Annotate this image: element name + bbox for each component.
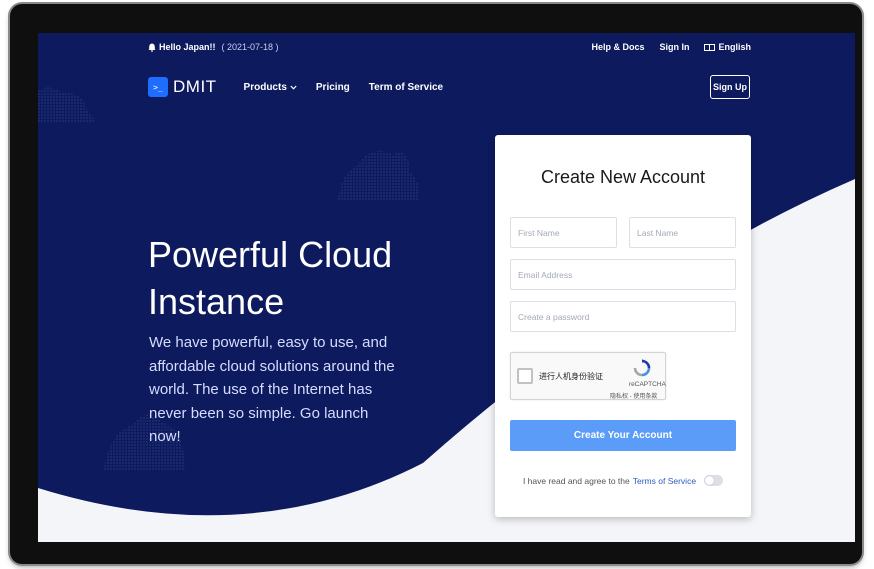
hero-title-line-1: Powerful Cloud <box>148 234 393 275</box>
language-selector[interactable]: English <box>704 42 751 52</box>
nav-menu: Products Pricing Term of Service <box>244 82 444 93</box>
recaptcha-label: 进行人机身份验证 <box>539 372 603 381</box>
top-links: Help & Docs Sign In English <box>591 42 751 52</box>
nav-item-products-label: Products <box>243 81 287 93</box>
last-name-field[interactable]: Last Name <box>629 217 736 248</box>
logo-icon[interactable]: >_ <box>148 77 168 97</box>
help-docs-link[interactable]: Help & Docs <box>591 42 644 52</box>
language-label: English <box>718 42 751 52</box>
signup-form-card: Create New Account First Name Last Name … <box>495 135 751 517</box>
password-field[interactable]: Create a password <box>510 301 736 332</box>
hero-description: We have powerful, easy to use, and affor… <box>149 334 395 445</box>
recaptcha-checkbox[interactable] <box>517 368 533 384</box>
nav-item-products[interactable]: Products <box>244 82 297 93</box>
chevron-down-icon <box>290 85 297 90</box>
agree-text: I have read and agree to the <box>522 475 630 486</box>
email-field[interactable]: Email Address <box>510 259 736 290</box>
recaptcha-widget: 进行人机身份验证 reCAPTCHA 隐私权 - 使用条款 <box>510 352 666 400</box>
agree-toggle[interactable] <box>704 475 724 486</box>
announcement-date: ( 2021-07-18 ) <box>221 42 279 52</box>
recaptcha-brand: reCAPTCHA <box>629 381 666 388</box>
form-title: Create New Account <box>540 167 706 187</box>
bell-icon <box>148 43 156 52</box>
terms-agreement: I have read and agree to the Terms of Se… <box>495 475 751 486</box>
hero-title: Powerful Cloud Instance <box>148 231 408 325</box>
hero-title-line-2: Instance <box>148 281 285 322</box>
recaptcha-links[interactable]: 隐私权 - 使用条款 <box>610 391 657 400</box>
recaptcha-logo-icon <box>633 359 651 377</box>
device-frame: Hello Japan!! ( 2021-07-18 ) Help & Docs… <box>10 4 862 564</box>
top-bar: Hello Japan!! ( 2021-07-18 ) Help & Docs… <box>38 33 855 63</box>
create-account-button[interactable]: Create Your Account <box>510 420 736 451</box>
first-name-field[interactable]: First Name <box>510 217 617 248</box>
terms-link[interactable]: Terms of Service <box>633 476 696 486</box>
browser-screen: Hello Japan!! ( 2021-07-18 ) Help & Docs… <box>38 33 855 542</box>
sign-up-button[interactable]: Sign Up <box>710 75 750 99</box>
sign-in-link[interactable]: Sign In <box>659 42 689 52</box>
announcement-text: Hello Japan!! <box>159 42 216 52</box>
language-icon <box>704 43 716 51</box>
nav-item-pricing[interactable]: Pricing <box>316 82 350 93</box>
main-nav: >_ DMIT Products Pricing Term of Service <box>148 75 443 99</box>
announcement[interactable]: Hello Japan!! ( 2021-07-18 ) <box>148 42 279 52</box>
nav-item-terms[interactable]: Term of Service <box>369 82 443 93</box>
logo-text[interactable]: DMIT <box>173 77 217 97</box>
